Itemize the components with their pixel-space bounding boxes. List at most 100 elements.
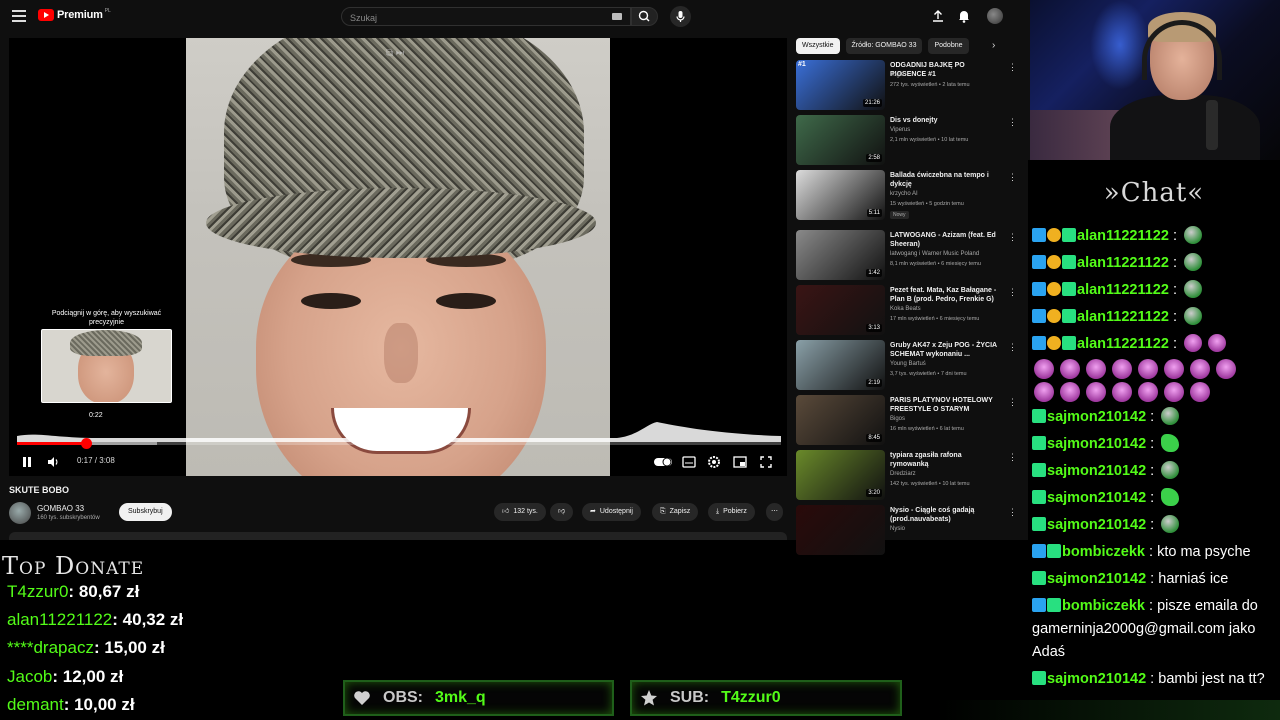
recommendation-channel[interactable]: latwogang i Warner Music Poland	[890, 251, 979, 257]
chat-username[interactable]: alan11221122	[1077, 309, 1169, 325]
recommendation-title[interactable]: PARIS PLATYNOV HOTELOWY FREESTYLE O STAR…	[890, 396, 1002, 415]
account-avatar[interactable]	[987, 8, 1003, 24]
volume-icon[interactable]	[45, 454, 61, 470]
duration-badge: 2:58	[866, 154, 882, 162]
search-input[interactable]	[342, 9, 630, 27]
recommendation-item[interactable]: 2:58 Dis vs donejty Viperus 2,1 mln wyświet…	[796, 115, 1021, 170]
chat-username[interactable]: sajmon210142	[1047, 517, 1146, 533]
recommendation-channel[interactable]: Viperus	[890, 127, 910, 133]
chat-username[interactable]: alan11221122	[1077, 282, 1169, 298]
recommendation-title[interactable]: ODGADNIJ BAJKĘ PO PIOSENCE #1	[890, 61, 1002, 80]
channel-avatar[interactable]	[9, 502, 31, 524]
recommendation-channel[interactable]: Nysio	[890, 526, 905, 532]
recommendation-thumbnail[interactable]: #1 21:26	[796, 60, 885, 110]
recommendation-item[interactable]: 2:19 Gruby AK47 x Zeju POG - ŻYCIA SCHEMA…	[796, 340, 1021, 395]
recommendation-title[interactable]: Gruby AK47 x Zeju POG - ŻYCIA SCHEMAT wy…	[890, 341, 1002, 360]
recommendation-title[interactable]: LATWOGANG - Azizam (feat. Ed Sheeran)	[890, 231, 1002, 250]
youtube-logo[interactable]: Premium PL	[38, 8, 111, 21]
keyboard-icon[interactable]	[612, 13, 622, 20]
chat-username[interactable]: bombiczekk	[1062, 544, 1145, 560]
recommendation-thumbnail[interactable]: 8:45	[796, 395, 885, 445]
chat-message: alan11221122 :	[1032, 306, 1280, 329]
chip-all[interactable]: Wszystkie	[796, 38, 840, 54]
more-vertical-icon[interactable]: ⋮	[1008, 397, 1017, 408]
download-button[interactable]: ⤓ Pobierz	[708, 503, 755, 521]
more-vertical-icon[interactable]: ⋮	[1008, 287, 1017, 298]
recommendation-item[interactable]: 3:20 typiara zgasiła rafona rymowanką Dred…	[796, 450, 1021, 505]
recommendation-item[interactable]: 1:42 LATWOGANG - Azizam (feat. Ed Sheeran…	[796, 230, 1021, 285]
recommendation-channel[interactable]: krzycho AI	[890, 191, 918, 197]
sub-badge-icon	[1062, 255, 1076, 269]
recommendation-title[interactable]: Ballada ćwiczebna na tempo i dykcję	[890, 171, 1002, 190]
chat-username[interactable]: alan11221122	[1077, 228, 1169, 244]
save-button[interactable]: ⎘ Zapisz	[652, 503, 699, 521]
more-vertical-icon[interactable]: ⋮	[1008, 342, 1017, 353]
chat-message: sajmon210142 :	[1032, 460, 1280, 483]
chat-message: sajmon210142 :	[1032, 433, 1280, 456]
chat-username[interactable]: sajmon210142	[1047, 490, 1146, 506]
recommendation-channel[interactable]: Dredziarz	[890, 471, 916, 477]
more-vertical-icon[interactable]: ⋮	[1008, 117, 1017, 128]
chat-emote-icon	[1034, 359, 1054, 379]
recommendation-channel[interactable]: Young Bartuś	[890, 361, 926, 367]
chat-username[interactable]: sajmon210142	[1047, 671, 1146, 687]
recommendation-item[interactable]: 3:13 Pezet feat. Mata, Kaz Bałagane - Pla…	[796, 285, 1021, 340]
hamburger-menu-icon[interactable]	[12, 10, 26, 22]
recommendation-channel[interactable]: Bigos	[890, 416, 905, 422]
search-button[interactable]	[631, 7, 658, 26]
recommendation-channel[interactable]: Jogis	[890, 72, 904, 78]
notifications-bell-icon[interactable]	[956, 8, 972, 24]
chat-username[interactable]: alan11221122	[1077, 255, 1169, 271]
autoplay-toggle-icon[interactable]	[653, 454, 673, 470]
chat-username[interactable]: sajmon210142	[1047, 571, 1146, 587]
chip-source[interactable]: Źródło: GOMBAO 33	[845, 38, 923, 54]
description-box[interactable]	[9, 532, 787, 540]
recommendation-thumbnail[interactable]: 3:13	[796, 285, 885, 335]
recommendation-thumbnail[interactable]: 3:20	[796, 450, 885, 500]
recommendation-title[interactable]: typiara zgasiła rafona rymowanką	[890, 451, 1002, 470]
recommendation-item[interactable]: 5:11 Ballada ćwiczebna na tempo i dykcję k…	[796, 170, 1021, 225]
recommendation-title[interactable]: Dis vs donejty	[890, 116, 1002, 125]
recommendation-thumbnail[interactable]: 2:58	[796, 115, 885, 165]
fullscreen-icon[interactable]	[758, 454, 774, 470]
share-button[interactable]: ➦ Udostępnij	[582, 503, 641, 521]
settings-gear-icon[interactable]	[706, 454, 722, 470]
progress-bar[interactable]	[17, 438, 781, 449]
chat-username[interactable]: sajmon210142	[1047, 409, 1146, 425]
sub-badge-icon	[1032, 463, 1046, 477]
upload-icon[interactable]	[930, 8, 946, 24]
chat-username[interactable]: sajmon210142	[1047, 436, 1146, 452]
more-vertical-icon[interactable]: ⋮	[1008, 452, 1017, 463]
chat-username[interactable]: alan11221122	[1077, 336, 1169, 352]
like-button[interactable]: 👍︎ 132 tys.	[494, 503, 546, 521]
scrubber-knob[interactable]	[80, 438, 92, 449]
recommendation-item[interactable]: Nysio - Ciągle coś gadają (prod.nauvabea…	[796, 505, 1021, 560]
subscribe-button[interactable]: Subskrybuj	[119, 503, 172, 521]
chip-related[interactable]: Podobne	[928, 38, 969, 54]
recommendation-thumbnail[interactable]: 2:19	[796, 340, 885, 390]
more-actions-button[interactable]: ⋯	[766, 503, 783, 521]
recommendation-thumbnail[interactable]: 5:11	[796, 170, 885, 220]
recommendation-item[interactable]: 8:45 PARIS PLATYNOV HOTELOWY FREESTYLE O …	[796, 395, 1021, 450]
video-player[interactable]: ⧉ ⏭ Podciągnij w górę, aby wyszukiwać pr…	[9, 38, 787, 476]
recommendation-channel[interactable]: Koka Beats	[890, 306, 921, 312]
chat-username[interactable]: sajmon210142	[1047, 463, 1146, 479]
miniplayer-icon[interactable]	[732, 454, 748, 470]
recommendation-thumbnail[interactable]	[796, 505, 885, 555]
channel-name[interactable]: GOMBAO 33	[37, 504, 84, 513]
chevron-right-icon[interactable]: ›	[992, 40, 995, 51]
recommendation-thumbnail[interactable]: 1:42	[796, 230, 885, 280]
pause-icon[interactable]	[19, 454, 35, 470]
chat-username[interactable]: bombiczekk	[1062, 598, 1145, 614]
subtitles-icon[interactable]	[681, 454, 697, 470]
more-vertical-icon[interactable]: ⋮	[1008, 507, 1017, 518]
voice-search-button[interactable]	[670, 6, 691, 27]
dislike-button[interactable]: 👎︎	[550, 503, 574, 521]
more-vertical-icon[interactable]: ⋮	[1008, 172, 1017, 183]
recommendation-item[interactable]: #1 21:26 ODGADNIJ BAJKĘ PO PIOSENCE #1 Jogi…	[796, 60, 1021, 115]
download-icon: ⤓	[716, 508, 720, 515]
recommendation-title[interactable]: Pezet feat. Mata, Kaz Bałagane - Plan B …	[890, 286, 1002, 305]
more-vertical-icon[interactable]: ⋮	[1008, 62, 1017, 73]
more-vertical-icon[interactable]: ⋮	[1008, 232, 1017, 243]
recommendation-title[interactable]: Nysio - Ciągle coś gadają (prod.nauvabea…	[890, 506, 1002, 525]
